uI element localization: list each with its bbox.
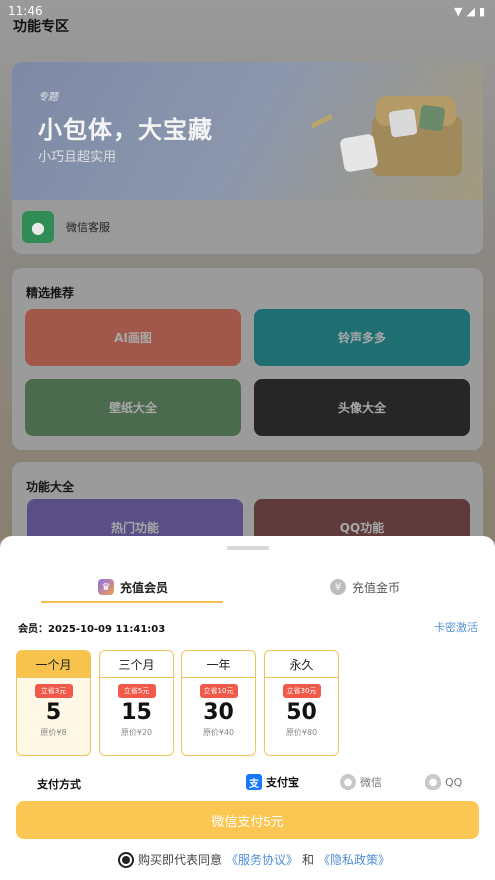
tab-label: 充值会员 <box>120 580 169 595</box>
member-expiry: 会员：2025-10-09 11:41:03 <box>18 620 165 635</box>
wechat-icon: ● <box>22 211 54 243</box>
treasure-chest-illustration <box>312 96 462 176</box>
plan-name: 三个月 <box>100 651 173 678</box>
sheet-handle[interactable] <box>227 546 269 550</box>
plan-original-price: 原价¥8 <box>40 728 67 737</box>
member-expiry-value: 2025-10-09 11:41:03 <box>48 624 166 635</box>
page-title: 功能专区 <box>13 19 69 35</box>
pay-option-label: 微信 <box>360 776 382 789</box>
plan-badge: 立省30元 <box>282 684 321 698</box>
status-bar: 11:46 ▼ ◢ ▮ <box>0 0 495 22</box>
wechat-icon: ● <box>340 774 356 790</box>
plan-price: 50 <box>286 700 317 725</box>
banner-card[interactable]: 专题 小包体，大宝藏 小巧且超实用 ● 微信客服 <box>12 62 483 254</box>
pay-option-alipay[interactable]: 支 支付宝 <box>246 774 299 790</box>
functions-title: 功能大全 <box>26 480 75 494</box>
plan-name: 永久 <box>265 651 338 678</box>
plan-original-price: 原价¥40 <box>202 728 235 737</box>
plan-option-1-month[interactable]: 一个月 立省3元 5 原价¥8 <box>16 650 91 756</box>
privacy-policy-link[interactable]: 《隐私政策》 <box>318 851 390 868</box>
alipay-icon: 支 <box>246 774 262 790</box>
wifi-icon: ▼ <box>454 4 463 18</box>
pay-option-label: QQ <box>445 775 463 789</box>
qq-icon: ● <box>425 774 441 790</box>
agreement-radio[interactable] <box>118 851 134 868</box>
plan-name: 一年 <box>182 651 255 678</box>
tile-ringtones[interactable]: 铃声多多 <box>254 309 470 366</box>
service-agreement-link[interactable]: 《服务协议》 <box>226 851 298 868</box>
plan-price: 5 <box>45 700 62 725</box>
banner-tag: 专题 <box>38 92 58 103</box>
plan-original-price: 原价¥20 <box>120 728 153 737</box>
card-activate-link[interactable]: 卡密激活 <box>434 619 478 635</box>
pay-option-qq[interactable]: ● QQ <box>425 774 462 790</box>
tile-avatars[interactable]: 头像大全 <box>254 379 470 436</box>
plan-price: 30 <box>203 700 234 725</box>
plan-badge: 立省5元 <box>117 684 156 698</box>
agreement-row: 购买即代表同意 《服务协议》和《隐私政策》 <box>118 851 390 868</box>
plan-original-price: 原价¥80 <box>285 728 318 737</box>
tab-recharge-coins[interactable]: ¥ 充值金币 <box>330 572 400 602</box>
payment-method-row: 支付方式 支 支付宝 ● 微信 ● QQ <box>0 770 495 796</box>
wechat-service-row[interactable]: ● 微信客服 <box>12 204 483 250</box>
status-icons: ▼ ◢ ▮ <box>454 5 485 18</box>
featured-title: 精选推荐 <box>26 286 75 300</box>
plan-option-3-months[interactable]: 三个月 立省5元 15 原价¥20 <box>99 650 174 756</box>
banner-image[interactable]: 专题 小包体，大宝藏 小巧且超实用 <box>12 62 483 200</box>
pay-option-wechat[interactable]: ● 微信 <box>340 774 382 790</box>
battery-icon: ▮ <box>478 4 485 18</box>
plan-badge: 立省3元 <box>34 684 73 698</box>
plan-option-lifetime[interactable]: 永久 立省30元 50 原价¥80 <box>264 650 339 756</box>
tab-recharge-member[interactable]: ♛ 充值会员 <box>98 572 168 602</box>
banner-subtitle: 小巧且超实用 <box>38 150 117 165</box>
service-label: 微信客服 <box>66 221 110 234</box>
tile-ai-drawing[interactable]: AI画图 <box>25 309 241 366</box>
plan-badge: 立省10元 <box>199 684 238 698</box>
plan-option-1-year[interactable]: 一年 立省10元 30 原价¥40 <box>181 650 256 756</box>
featured-section: 精选推荐 AI画图 铃声多多 壁纸大全 头像大全 <box>12 268 483 450</box>
agreement-prefix: 购买即代表同意 <box>138 853 223 867</box>
recharge-sheet: ♛ 充值会员 ¥ 充值金币 会员：2025-10-09 11:41:03 卡密激… <box>0 536 495 880</box>
pay-option-label: 支付宝 <box>266 776 299 789</box>
member-label: 会员： <box>18 624 48 635</box>
payment-method-label: 支付方式 <box>37 778 81 791</box>
background-page: 11:46 ▼ ◢ ▮ 功能专区 专题 小包体，大宝藏 小巧且超实用 ● 微信客… <box>0 0 495 556</box>
banner-title: 小包体，大宝藏 <box>38 116 213 144</box>
agreement-and: 和 <box>302 853 315 867</box>
tile-wallpapers[interactable]: 壁纸大全 <box>25 379 241 436</box>
pay-button[interactable]: 微信支付5元 <box>16 801 479 839</box>
coin-bag-icon: ¥ <box>330 579 346 595</box>
tab-label: 充值金币 <box>352 580 401 595</box>
crown-icon: ♛ <box>98 579 114 595</box>
plan-price: 15 <box>121 700 152 725</box>
plan-name: 一个月 <box>17 651 90 678</box>
signal-icon: ◢ <box>466 4 475 18</box>
active-tab-indicator <box>41 601 223 603</box>
